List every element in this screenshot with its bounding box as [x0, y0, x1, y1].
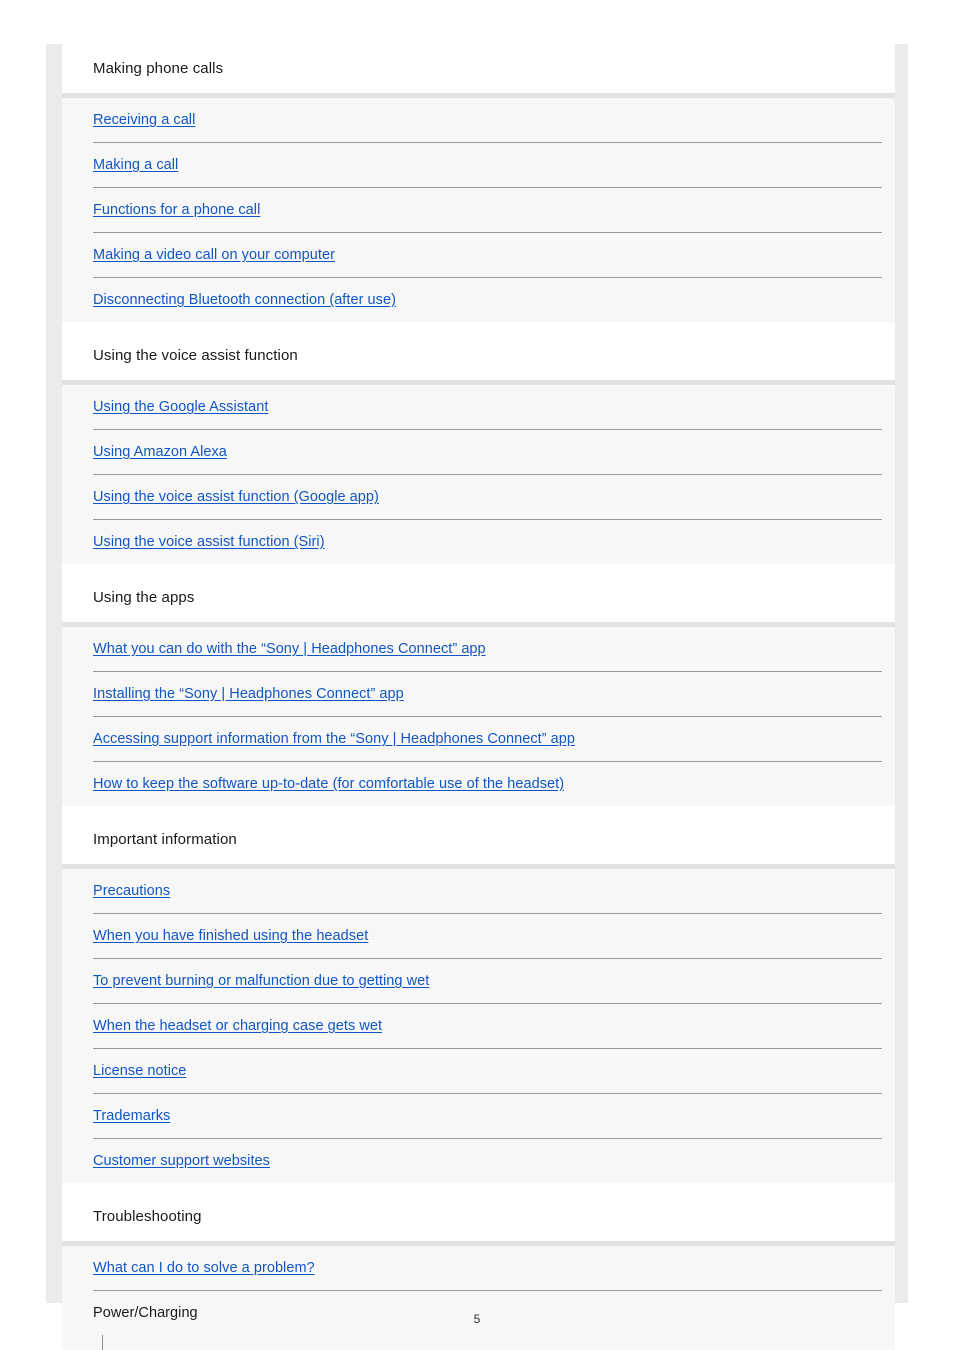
- toc-section-items: Using the Google Assistant Using Amazon A…: [62, 385, 895, 564]
- toc-link[interactable]: Customer support websites: [93, 1153, 270, 1169]
- toc-row: What can I do to solve a problem?: [62, 1246, 895, 1291]
- toc-row: License notice: [62, 1049, 895, 1094]
- section-gap: [62, 806, 895, 815]
- toc-row-inner: What you can do with the “Sony | Headpho…: [93, 627, 882, 672]
- toc-row-inner: License notice: [93, 1049, 882, 1094]
- toc-row-inner: Making a video call on your computer: [93, 233, 882, 278]
- toc-section-heading: Using the apps: [62, 573, 895, 622]
- document-page: Making phone calls Receiving a call Making…: [0, 0, 954, 1350]
- toc-row: Using the voice assist function (Siri): [62, 520, 895, 564]
- toc-link[interactable]: Making a call: [93, 157, 178, 173]
- toc-section-heading: Important information: [62, 815, 895, 864]
- tree-trunk-line: [102, 1335, 103, 1350]
- toc-row-inner: Using Amazon Alexa: [93, 430, 882, 475]
- toc-frame: Making phone calls Receiving a call Making…: [46, 44, 908, 1350]
- toc-link[interactable]: When you have finished using the headset: [93, 928, 368, 944]
- toc-row-inner: When the headset or charging case gets w…: [93, 1004, 882, 1049]
- toc-row: Receiving a call: [62, 98, 895, 143]
- toc-row: Using the voice assist function (Google …: [62, 475, 895, 520]
- toc-section-items: Receiving a call Making a call Functions f…: [62, 98, 895, 322]
- toc-row-inner: What can I do to solve a problem?: [93, 1246, 882, 1291]
- toc-row: Functions for a phone call: [62, 188, 895, 233]
- toc-row: Using the Google Assistant: [62, 385, 895, 430]
- toc-row: When the headset or charging case gets w…: [62, 1004, 895, 1049]
- toc-link[interactable]: When the headset or charging case gets w…: [93, 1018, 382, 1034]
- toc-row-inner: Functions for a phone call: [93, 188, 882, 233]
- toc-link[interactable]: How to keep the software up-to-date (for…: [93, 776, 564, 792]
- toc-link[interactable]: What can I do to solve a problem?: [93, 1260, 315, 1276]
- toc-row: Trademarks: [62, 1094, 895, 1139]
- table-of-contents: Making phone calls Receiving a call Making…: [62, 44, 895, 1350]
- section-gap: [62, 322, 895, 331]
- toc-link[interactable]: Accessing support information from the “…: [93, 731, 575, 747]
- toc-row: When you have finished using the headset: [62, 914, 895, 959]
- toc-row-inner: Using the Google Assistant: [93, 385, 882, 430]
- toc-link[interactable]: What you can do with the “Sony | Headpho…: [93, 641, 486, 657]
- toc-row: Disconnecting Bluetooth connection (afte…: [62, 278, 895, 322]
- toc-link[interactable]: License notice: [93, 1063, 186, 1079]
- toc-row-inner: Using the voice assist function (Siri): [93, 520, 882, 564]
- toc-row: Precautions: [62, 869, 895, 914]
- toc-row: Customer support websites: [62, 1139, 895, 1183]
- toc-link[interactable]: Using the Google Assistant: [93, 399, 268, 415]
- toc-row: Installing the “Sony | Headphones Connec…: [62, 672, 895, 717]
- toc-row: What you can do with the “Sony | Headpho…: [62, 627, 895, 672]
- toc-section-heading: Making phone calls: [62, 44, 895, 93]
- toc-row-inner: When you have finished using the headset: [93, 914, 882, 959]
- toc-row-inner: To prevent burning or malfunction due to…: [93, 959, 882, 1004]
- toc-row: To prevent burning or malfunction due to…: [62, 959, 895, 1004]
- toc-link[interactable]: Making a video call on your computer: [93, 247, 335, 263]
- toc-row-inner: Using the voice assist function (Google …: [93, 475, 882, 520]
- toc-link[interactable]: Precautions: [93, 883, 170, 899]
- toc-tree-row: Unable to turn on the headset.: [62, 1335, 895, 1350]
- toc-row-inner: Customer support websites: [93, 1139, 882, 1183]
- toc-section-items: Precautions When you have finished using …: [62, 869, 895, 1183]
- toc-link[interactable]: Installing the “Sony | Headphones Connec…: [93, 686, 404, 702]
- toc-row-inner: Precautions: [93, 869, 882, 914]
- section-gap: [62, 1183, 895, 1192]
- toc-row: Making a call: [62, 143, 895, 188]
- toc-row-inner: How to keep the software up-to-date (for…: [93, 762, 882, 806]
- toc-link[interactable]: Functions for a phone call: [93, 202, 260, 218]
- toc-row-inner: Installing the “Sony | Headphones Connec…: [93, 672, 882, 717]
- toc-row: Using Amazon Alexa: [62, 430, 895, 475]
- toc-row-inner: Disconnecting Bluetooth connection (afte…: [93, 278, 882, 322]
- toc-section-heading: Using the voice assist function: [62, 331, 895, 380]
- toc-section-items: What you can do with the “Sony | Headpho…: [62, 627, 895, 806]
- toc-link[interactable]: Receiving a call: [93, 112, 195, 128]
- section-gap: [62, 564, 895, 573]
- toc-row: Accessing support information from the “…: [62, 717, 895, 762]
- toc-link[interactable]: Using Amazon Alexa: [93, 444, 227, 460]
- toc-link[interactable]: To prevent burning or malfunction due to…: [93, 973, 429, 989]
- toc-link[interactable]: Trademarks: [93, 1108, 170, 1124]
- toc-row-inner: Unable to turn on the headset.: [115, 1335, 882, 1350]
- toc-section-items: What can I do to solve a problem? Power/C…: [62, 1246, 895, 1350]
- toc-row-inner: Receiving a call: [93, 98, 882, 143]
- toc-row: How to keep the software up-to-date (for…: [62, 762, 895, 806]
- toc-link[interactable]: Using the voice assist function (Google …: [93, 489, 379, 505]
- toc-section-heading: Troubleshooting: [62, 1192, 895, 1241]
- page-number: 5: [473, 1312, 481, 1326]
- toc-row: Making a video call on your computer: [62, 233, 895, 278]
- toc-row-inner: Trademarks: [93, 1094, 882, 1139]
- toc-link[interactable]: Using the voice assist function (Siri): [93, 534, 325, 550]
- toc-row-inner: Accessing support information from the “…: [93, 717, 882, 762]
- toc-link[interactable]: Disconnecting Bluetooth connection (afte…: [93, 292, 396, 308]
- toc-row-inner: Making a call: [93, 143, 882, 188]
